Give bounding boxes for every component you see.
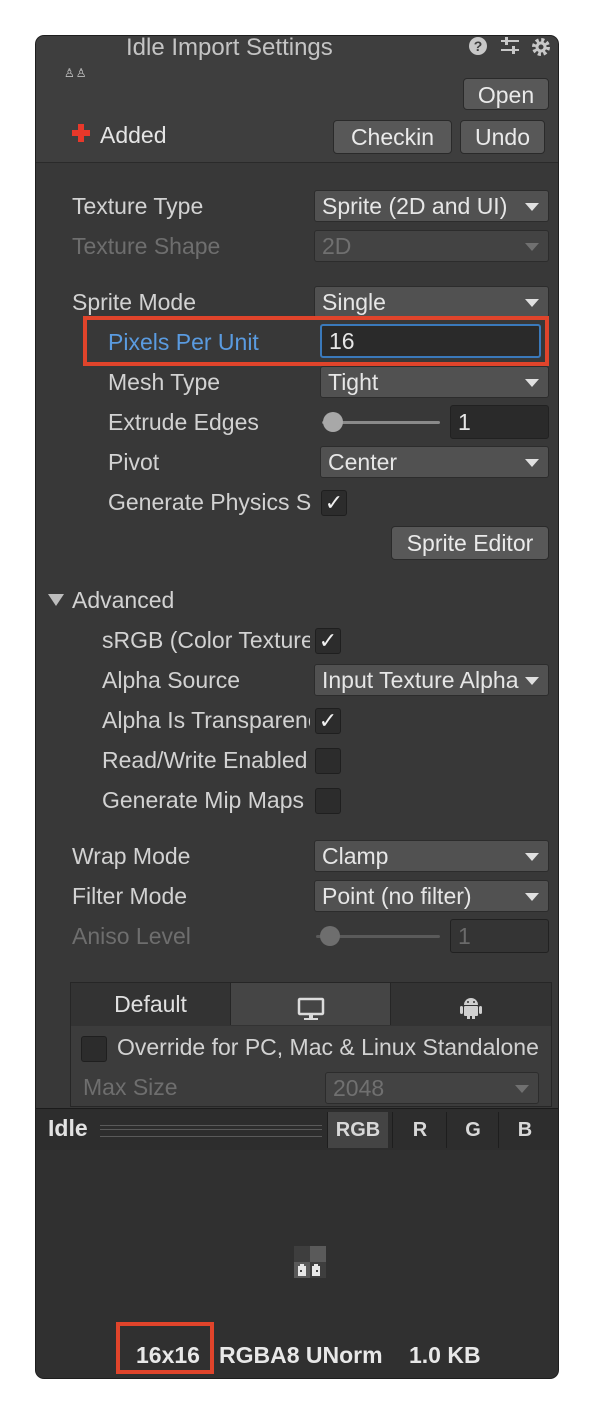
- alpha-source-label: Alpha Source: [102, 667, 241, 693]
- preview-drag-handle[interactable]: [100, 1125, 322, 1137]
- chevron-down-icon: [515, 1085, 529, 1093]
- inspector-title: Idle Import Settings: [126, 36, 333, 61]
- max-size-value: 2048: [333, 1075, 385, 1101]
- override-label: Override for PC, Mac & Linux Standalone: [117, 1034, 539, 1060]
- dimensions-highlight: [116, 1322, 214, 1374]
- mesh-type-dropdown[interactable]: Tight: [320, 366, 549, 398]
- platform-settings-area: Override for PC, Mac & Linux Standalone …: [70, 1026, 552, 1107]
- tab-android[interactable]: [391, 983, 551, 1025]
- mipmaps-checkbox[interactable]: [315, 788, 341, 814]
- texture-format: RGBA8 UNorm: [219, 1342, 383, 1368]
- foldout-arrow-icon[interactable]: [48, 594, 64, 606]
- checkmark-icon: ✓: [318, 708, 338, 733]
- alpha-source-value: Input Texture Alpha: [322, 667, 519, 693]
- pivot-value: Center: [328, 449, 398, 475]
- mesh-type-label: Mesh Type: [108, 369, 221, 395]
- texture-size: 1.0 KB: [409, 1342, 481, 1368]
- channel-b-button[interactable]: B: [498, 1112, 551, 1148]
- max-size-label: Max Size: [83, 1074, 178, 1100]
- inspector-panel: ♙♙ Idle Import Settings ? Open Added Che…: [36, 36, 558, 1378]
- texture-type-dropdown[interactable]: Sprite (2D and UI): [314, 190, 549, 222]
- max-size-dropdown: 2048: [325, 1072, 539, 1104]
- chevron-down-icon: [525, 853, 539, 861]
- preview-toolbar: Idle RGB R G B: [36, 1108, 558, 1152]
- tab-standalone[interactable]: [231, 983, 391, 1025]
- override-checkbox[interactable]: [81, 1036, 107, 1062]
- pixels-per-unit-highlight: [83, 316, 549, 366]
- extrude-edges-label: Extrude Edges: [108, 409, 259, 435]
- sprite-preview-image: [294, 1246, 326, 1278]
- alpha-source-dropdown[interactable]: Input Texture Alpha: [314, 664, 549, 696]
- read-write-label: Read/Write Enabled: [102, 747, 308, 773]
- texture-type-value: Sprite (2D and UI): [322, 193, 508, 219]
- filter-mode-label: Filter Mode: [72, 883, 188, 909]
- chevron-down-icon: [525, 893, 539, 901]
- texture-shape-value: 2D: [322, 233, 352, 259]
- chevron-down-icon: [525, 677, 539, 685]
- pivot-label: Pivot: [108, 449, 160, 475]
- channel-rgb-button[interactable]: RGB: [327, 1112, 388, 1148]
- preview-title: Idle: [48, 1115, 88, 1141]
- checkmark-icon: ✓: [324, 490, 344, 515]
- alpha-transparency-label: Alpha Is Transparency: [102, 707, 310, 733]
- sprite-editor-button[interactable]: Sprite Editor: [391, 526, 549, 560]
- vcs-status-label: Added: [100, 122, 167, 148]
- chevron-down-icon: [525, 299, 539, 307]
- filter-mode-value: Point (no filter): [322, 883, 472, 909]
- generate-physics-checkbox[interactable]: ✓: [321, 490, 347, 516]
- wrap-mode-label: Wrap Mode: [72, 843, 191, 869]
- preset-icon[interactable]: [499, 36, 521, 62]
- help-icon[interactable]: ?: [468, 36, 488, 62]
- chevron-down-icon: [525, 243, 539, 251]
- wrap-mode-dropdown[interactable]: Clamp: [314, 840, 549, 872]
- sprite-mode-label: Sprite Mode: [72, 289, 197, 315]
- channel-g-button[interactable]: G: [446, 1112, 499, 1148]
- extrude-edges-field[interactable]: 1: [450, 405, 549, 439]
- chevron-down-icon: [525, 379, 539, 387]
- wrap-mode-value: Clamp: [322, 843, 389, 869]
- sprite-mode-value: Single: [322, 289, 386, 315]
- tab-default[interactable]: Default: [71, 983, 231, 1025]
- channel-r-button[interactable]: R: [392, 1112, 447, 1148]
- texture-shape-dropdown: 2D: [314, 230, 549, 262]
- chevron-down-icon: [525, 459, 539, 467]
- aniso-level-field: 1: [450, 919, 549, 953]
- texture-shape-label: Texture Shape: [72, 233, 221, 259]
- inspector-header: ♙♙ Idle Import Settings ? Open Added Che…: [36, 36, 558, 163]
- filter-mode-dropdown[interactable]: Point (no filter): [314, 880, 549, 912]
- sprite-mode-dropdown[interactable]: Single: [314, 286, 549, 318]
- svg-text:?: ?: [474, 38, 483, 54]
- undo-button[interactable]: Undo: [460, 120, 545, 154]
- advanced-foldout-label[interactable]: Advanced: [72, 587, 174, 614]
- mesh-type-value: Tight: [328, 369, 379, 395]
- checkmark-icon: ✓: [318, 628, 338, 653]
- sprite-asset-icon: ♙♙: [64, 66, 88, 80]
- settings-gear-icon[interactable]: [530, 36, 552, 64]
- srgb-checkbox[interactable]: ✓: [315, 628, 341, 654]
- checkin-button[interactable]: Checkin: [333, 120, 452, 154]
- generate-physics-label: Generate Physics Shape: [108, 489, 311, 515]
- open-button[interactable]: Open: [463, 78, 549, 110]
- platform-tabbar: Default: [70, 982, 552, 1028]
- read-write-checkbox[interactable]: [315, 748, 341, 774]
- extrude-slider-knob[interactable]: [323, 412, 343, 432]
- vcs-added-icon: [72, 124, 90, 142]
- aniso-slider-knob: [320, 926, 340, 946]
- texture-type-label: Texture Type: [72, 193, 204, 219]
- chevron-down-icon: [525, 203, 539, 211]
- pivot-dropdown[interactable]: Center: [320, 446, 549, 478]
- mipmaps-label: Generate Mip Maps: [102, 787, 304, 813]
- srgb-label: sRGB (Color Texture): [102, 627, 310, 653]
- aniso-level-label: Aniso Level: [72, 923, 191, 949]
- alpha-transparency-checkbox[interactable]: ✓: [315, 708, 341, 734]
